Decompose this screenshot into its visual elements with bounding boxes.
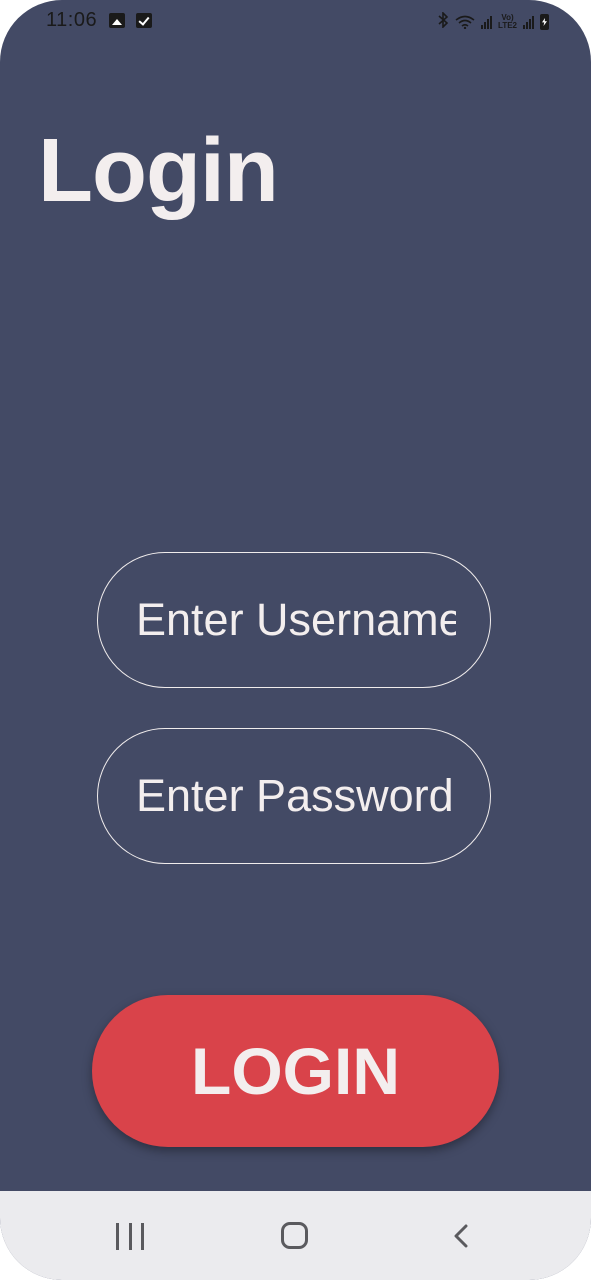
username-input[interactable] [136,553,456,687]
volte-lte2-icon: Vo) LTE2 [498,14,517,30]
app-screen: 11:06 Vo) LTE2 Login Enter Username LOGI… [0,0,591,1280]
status-time: 11:06 [46,9,98,31]
password-input[interactable] [136,729,456,863]
password-field[interactable] [97,728,491,864]
status-bar: 11:06 Vo) LTE2 [0,0,591,44]
lte2-label: LTE2 [498,21,517,30]
recent-apps-icon[interactable] [116,1223,144,1250]
task-check-icon [136,13,152,28]
wifi-icon [455,15,475,30]
battery-charging-icon [540,14,549,30]
status-icons: Vo) LTE2 [438,11,549,33]
username-field[interactable] [97,552,491,688]
signal-icon [481,15,493,29]
login-button[interactable]: LOGIN [92,995,499,1147]
gallery-icon [109,13,125,28]
page-title: Login [38,121,279,221]
bluetooth-icon [438,11,449,32]
home-icon[interactable] [281,1222,308,1249]
signal-icon [523,15,534,29]
navigation-bar [0,1191,591,1280]
back-icon[interactable] [451,1224,475,1248]
